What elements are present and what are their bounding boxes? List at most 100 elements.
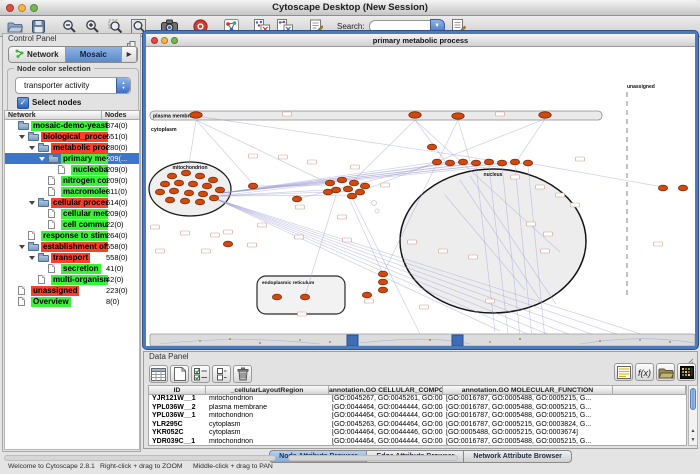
tree-row[interactable]: secretion41(0) — [5, 263, 139, 274]
node-color-dropdown[interactable]: transporter activity ▲▼ — [15, 77, 131, 94]
table-column-header[interactable]: ID — [149, 386, 206, 395]
attribute-matrix-icon[interactable] — [677, 363, 696, 381]
tree-header-nodes[interactable]: Nodes — [102, 110, 140, 120]
graph-node[interactable] — [427, 144, 436, 150]
scrollbar-thumb[interactable] — [690, 388, 696, 410]
graph-node[interactable] — [678, 185, 687, 191]
tree-row[interactable]: mosaic-demo-yeast874(0) — [5, 120, 139, 131]
graph-node[interactable] — [347, 193, 356, 199]
graph-node[interactable] — [180, 198, 189, 204]
graph-node[interactable] — [349, 180, 358, 186]
graph-node[interactable] — [181, 170, 190, 176]
graph-node[interactable] — [378, 279, 387, 285]
table-column-header[interactable]: annotation.GO MOLECULAR_FUNCTION — [443, 386, 613, 395]
graph-node[interactable] — [510, 159, 519, 165]
tree-row[interactable]: metabolic process280(0) — [5, 142, 139, 153]
graph-node[interactable] — [360, 183, 369, 189]
graph-node[interactable] — [523, 160, 532, 166]
expand-triangle-icon[interactable] — [29, 256, 35, 260]
table-row[interactable]: YLR295Ccytoplasm[GO:0045263, GO:0044464,… — [149, 421, 686, 430]
graph-node[interactable] — [165, 197, 174, 203]
graph-node[interactable] — [198, 191, 207, 197]
attribute-editor-icon[interactable] — [614, 363, 633, 381]
select-attributes-icon[interactable] — [191, 365, 210, 383]
graph-node[interactable] — [471, 160, 480, 166]
tree-row[interactable]: primary metabo209(... — [5, 153, 139, 164]
graph-node[interactable] — [160, 181, 169, 187]
birdseye-viewport[interactable] — [347, 335, 358, 346]
graph-node[interactable] — [188, 181, 197, 187]
new-attribute-icon[interactable] — [170, 365, 189, 383]
graph-node[interactable] — [155, 189, 164, 195]
graph-node[interactable] — [337, 177, 346, 183]
table-column-header[interactable]: _cellularLayoutRegion — [206, 386, 329, 395]
graph-node[interactable] — [300, 294, 309, 300]
graph-node[interactable] — [215, 187, 224, 193]
scroll-down-icon[interactable]: ▼ — [689, 436, 697, 445]
table-row[interactable]: YPL036W__2plasma membrane[GO:0044464, GO… — [149, 404, 686, 413]
graph-node[interactable] — [292, 196, 301, 202]
tree-row[interactable]: nucleobase-209(0) — [5, 164, 139, 175]
table-row[interactable]: YPL036W__1mitochondrion[GO:0044464, GO:0… — [149, 412, 686, 421]
graph-node[interactable] — [539, 112, 551, 118]
graph-node[interactable] — [484, 159, 493, 165]
tree-row[interactable]: multi-organism pro42(0) — [5, 274, 139, 285]
unselect-attributes-icon[interactable] — [212, 365, 231, 383]
graph-node[interactable] — [248, 183, 257, 189]
tree-row[interactable]: cellular process614(0) — [5, 197, 139, 208]
tree-row[interactable]: cell communicat22(0) — [5, 219, 139, 230]
birdseye-viewport[interactable] — [452, 335, 463, 346]
graph-node[interactable] — [184, 190, 193, 196]
graph-node[interactable] — [497, 160, 506, 166]
table-scrollbar[interactable]: ▲ ▼ — [688, 385, 698, 446]
graph-node[interactable] — [452, 113, 464, 119]
tree-row[interactable]: cellular metabol209(0) — [5, 208, 139, 219]
graph-node[interactable] — [272, 294, 281, 300]
network-view-titlebar[interactable]: primary metabolic process — [146, 34, 695, 47]
graph-node[interactable] — [343, 186, 352, 192]
graph-node[interactable] — [167, 173, 176, 179]
table-row[interactable]: YDR039C__1mitochondrion[GO:0044464, GO:0… — [149, 438, 686, 447]
tree-row[interactable]: transport558(0) — [5, 252, 139, 263]
graph-node[interactable] — [174, 180, 183, 186]
delete-attribute-icon[interactable] — [233, 365, 252, 383]
graph-node[interactable] — [208, 177, 217, 183]
graph-node[interactable] — [378, 287, 387, 293]
tab-network-attribute-browser[interactable]: Network Attribute Browser — [464, 450, 571, 463]
tree-header-network[interactable]: Network — [4, 110, 102, 120]
tree-row[interactable]: response to stimulu264(0) — [5, 230, 139, 241]
graph-node[interactable] — [432, 159, 441, 165]
graph-node[interactable] — [458, 159, 467, 165]
select-nodes-checkbox[interactable]: ✓ — [17, 97, 29, 109]
graph-node[interactable] — [202, 183, 211, 189]
formula-builder-icon[interactable]: f(x) — [635, 363, 654, 381]
graph-node[interactable] — [223, 241, 232, 247]
expand-triangle-icon[interactable] — [29, 146, 35, 150]
tree-row[interactable]: Overview8(0) — [5, 296, 139, 307]
graph-node[interactable] — [409, 112, 421, 118]
graph-node[interactable] — [362, 292, 371, 298]
graph-node[interactable] — [195, 173, 204, 179]
graph-node[interactable] — [658, 185, 667, 191]
tree-row[interactable]: nitrogen compo209(0) — [5, 175, 139, 186]
graph-node[interactable] — [325, 180, 334, 186]
scroll-up-icon[interactable]: ▲ — [689, 427, 697, 436]
import-attributes-icon[interactable] — [656, 363, 675, 381]
graph-node[interactable] — [378, 271, 387, 277]
graph-node[interactable] — [445, 160, 454, 166]
table-column-header[interactable]: annotation.GO CELLULAR_COMPONENT — [329, 386, 443, 395]
network-graph[interactable]: plasma membranecytoplasmmitochondrionnuc… — [146, 47, 695, 346]
graph-node[interactable] — [323, 189, 332, 195]
tree-row[interactable]: unassigned223(0) — [5, 285, 139, 296]
graph-node[interactable] — [195, 199, 204, 205]
expand-triangle-icon[interactable] — [39, 157, 45, 161]
tab-overflow-arrow-icon[interactable]: ▶ — [122, 47, 137, 62]
network-canvas[interactable]: plasma membranecytoplasmmitochondrionnuc… — [146, 47, 695, 346]
graph-node[interactable] — [190, 112, 202, 118]
tree-row[interactable]: establishment of lo558(0) — [5, 241, 139, 252]
window-titlebar[interactable]: Cytoscape Desktop (New Session) — [0, 0, 700, 16]
tab-mosaic[interactable]: Mosaic — [66, 47, 123, 62]
expand-triangle-icon[interactable] — [19, 245, 25, 249]
tab-network[interactable]: Network — [9, 47, 66, 62]
expand-triangle-icon[interactable] — [29, 201, 35, 205]
